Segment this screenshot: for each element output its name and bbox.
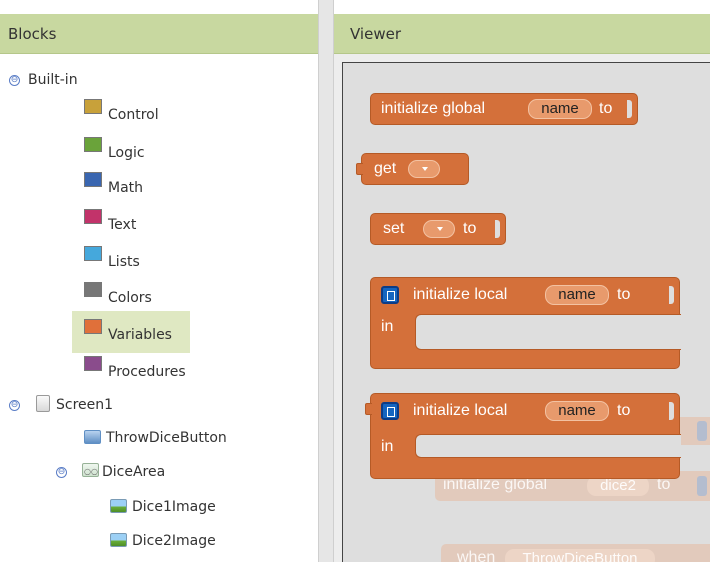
collapse-toggle-icon[interactable]: ⊖ [56,467,67,478]
drawer-item-label: Colors [108,290,152,306]
block-text: to [599,100,613,117]
mutator-gear-icon[interactable] [381,286,399,304]
block-initialize-local-2[interactable]: initialize local name to in [365,393,681,479]
value-socket[interactable] [495,220,500,238]
button-icon [84,430,101,444]
image-icon [110,533,127,547]
block-text: set [383,220,405,237]
canvas-icon [82,460,99,484]
ghost-socket [697,476,707,496]
block-text: initialize global [381,100,486,117]
drawer-item-label: Logic [108,145,145,161]
blocks-workspace[interactable]: initialize global dice2 to when ThrowDic… [342,62,710,562]
component-label: ThrowDiceButton [106,430,227,446]
statement-input[interactable] [415,434,681,458]
drawer-item-label: Math [108,180,144,196]
tree-node-dicearea[interactable]: ⊖ DiceArea [56,460,256,484]
drawer-item-label: Variables [108,327,172,343]
component-label: DiceArea [102,464,166,480]
drawer-item-variables[interactable]: Variables [84,319,224,345]
value-socket[interactable] [627,100,632,118]
lists-color-swatch [84,246,102,261]
colors-color-swatch [84,282,102,297]
procedures-color-swatch [84,356,102,371]
value-socket[interactable] [669,286,674,304]
tree-node-throwdicebutton[interactable]: ThrowDiceButton [84,426,284,450]
block-initialize-local[interactable]: initialize local name to in [370,277,681,369]
collapse-toggle-icon[interactable]: ⊖ [9,75,20,86]
collapse-toggle-icon[interactable]: ⊖ [9,400,20,411]
blocks-panel-title: Blocks [0,14,318,54]
output-tab [356,163,363,175]
drawer-item-label: Lists [108,254,140,270]
image-icon [110,499,127,513]
ghost-name-field: dice2 [587,476,649,496]
math-color-swatch [84,172,102,187]
ghost-component-field: ThrowDiceButton [505,549,655,562]
screen-icon [36,395,50,412]
variable-name-field[interactable]: name [545,285,609,305]
control-color-swatch [84,99,102,114]
ghost-block-when: when ThrowDiceButton [441,544,710,562]
block-set[interactable]: set to [370,213,506,245]
component-label: Screen1 [56,397,114,413]
block-text: to [463,220,477,237]
blocks-panel: Blocks ⊖ Built-in Control Logic Math Tex… [0,0,318,562]
mutator-gear-icon[interactable] [381,402,399,420]
ghost-block-text: when [457,549,496,562]
component-label: Dice2Image [132,533,216,549]
variable-name-field[interactable]: name [528,99,592,119]
text-color-swatch [84,209,102,224]
block-text: in [381,318,394,335]
block-text: to [617,286,631,303]
drawer-item-control[interactable]: Control [84,99,224,125]
tree-node-builtin[interactable]: ⊖ Built-in [0,68,200,92]
tree-node-screen1[interactable]: ⊖ Screen1 [0,393,200,417]
block-text: get [374,160,397,177]
viewer-title: Viewer [334,14,710,54]
panel-splitter[interactable] [318,0,334,562]
variable-dropdown[interactable] [423,220,455,238]
drawer-item-label: Control [108,107,159,123]
tree-node-dice2image[interactable]: Dice2Image [110,529,310,553]
logic-color-swatch [84,137,102,152]
variable-dropdown[interactable] [408,160,440,178]
drawer-item-label: Procedures [108,364,186,380]
block-text: in [381,438,394,455]
variables-color-swatch [84,319,102,334]
drawer-item-text[interactable]: Text [84,209,224,235]
block-text: to [617,402,631,419]
block-initialize-global[interactable]: initialize global name to [370,93,638,125]
drawer-item-lists[interactable]: Lists [84,246,224,272]
builtin-label: Built-in [28,72,78,88]
drawer-item-logic[interactable]: Logic [84,137,224,163]
block-text: initialize local [413,402,508,419]
block-get[interactable]: get [356,153,469,185]
drawer-item-math[interactable]: Math [84,172,224,198]
ghost-socket [697,421,707,441]
statement-input[interactable] [415,314,681,350]
value-socket[interactable] [669,402,674,420]
drawer-item-colors[interactable]: Colors [84,282,224,308]
tree-node-dice1image[interactable]: Dice1Image [110,495,310,519]
block-text: initialize local [413,286,508,303]
drawer-item-label: Text [108,217,137,233]
component-label: Dice1Image [132,499,216,515]
variable-name-field[interactable]: name [545,401,609,421]
output-tab [365,403,372,415]
drawer-item-procedures[interactable]: Procedures [84,356,224,382]
